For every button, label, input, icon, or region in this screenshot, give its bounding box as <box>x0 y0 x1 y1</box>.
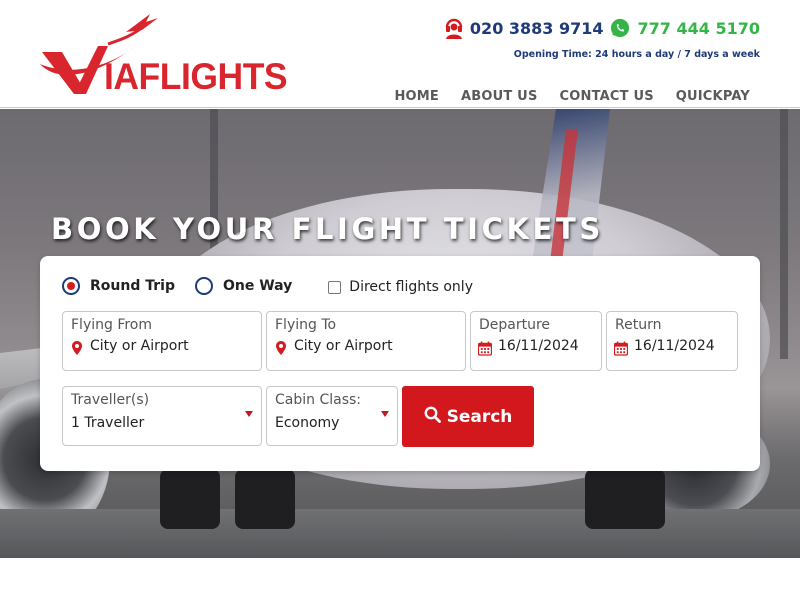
runway <box>0 509 800 558</box>
direct-flights-option[interactable]: Direct flights only <box>312 277 473 295</box>
direct-flights-label: Direct flights only <box>349 279 473 295</box>
search-icon <box>424 406 441 428</box>
departure-date-input[interactable]: 16/11/2024 <box>498 338 579 354</box>
hero-title: BOOK YOUR FLIGHT TICKETS <box>51 212 604 246</box>
departure-date-field[interactable]: Departure 16/11/2024 <box>470 311 602 371</box>
cabin-class-value: Economy <box>275 415 340 431</box>
headset-icon <box>444 17 464 39</box>
flying-from-input[interactable]: City or Airport <box>90 338 189 354</box>
main-nav: HOME ABOUT US CONTACT US QUICKPAY <box>394 89 750 104</box>
travellers-label: Traveller(s) <box>71 392 150 408</box>
nav-about-us[interactable]: ABOUT US <box>461 89 538 104</box>
whatsapp-icon <box>610 17 630 39</box>
return-date-field[interactable]: Return 16/11/2024 <box>606 311 738 371</box>
trip-type-row: Round Trip One Way Direct flights only <box>62 275 473 297</box>
flying-to-input[interactable]: City or Airport <box>294 338 393 354</box>
background-pole <box>780 109 788 359</box>
flying-from-label: Flying From <box>71 317 153 333</box>
calendar-icon <box>614 340 628 356</box>
nav-home[interactable]: HOME <box>394 89 439 104</box>
round-trip-radio[interactable] <box>62 277 80 295</box>
search-button[interactable]: Search <box>402 386 534 447</box>
return-label: Return <box>615 317 662 333</box>
contact-bar: 020 3883 9714 777 444 5170 <box>444 16 760 40</box>
landing-gear <box>585 469 665 529</box>
landing-gear <box>160 469 220 529</box>
travellers-select[interactable]: Traveller(s) 1 Traveller <box>62 386 262 446</box>
travellers-value: 1 Traveller <box>71 415 145 431</box>
whatsapp-number-link[interactable]: 777 444 5170 <box>638 19 760 38</box>
departure-label: Departure <box>479 317 551 333</box>
round-trip-option[interactable]: Round Trip <box>62 277 175 295</box>
one-way-option[interactable]: One Way <box>194 277 293 295</box>
search-button-label: Search <box>446 406 513 427</box>
flying-to-label: Flying To <box>275 317 337 333</box>
flying-to-field[interactable]: Flying To City or Airport <box>266 311 466 371</box>
flight-search-panel: Round Trip One Way Direct flights only F… <box>40 256 760 471</box>
cabin-class-label: Cabin Class: <box>275 392 362 408</box>
phone-number-link[interactable]: 020 3883 9714 <box>470 19 604 38</box>
site-header: IAFLIGHTS 020 3883 9714 777 444 5170 Ope… <box>0 0 800 108</box>
return-date-input[interactable]: 16/11/2024 <box>634 338 715 354</box>
cabin-class-select[interactable]: Cabin Class: Economy <box>266 386 398 446</box>
landing-gear <box>235 469 295 529</box>
direct-flights-checkbox[interactable] <box>328 280 342 294</box>
nav-quickpay[interactable]: QUICKPAY <box>676 89 750 104</box>
opening-hours: Opening Time: 24 hours a day / 7 days a … <box>513 49 760 60</box>
chevron-down-icon <box>381 411 389 417</box>
one-way-radio[interactable] <box>194 277 213 295</box>
round-trip-label: Round Trip <box>90 278 175 294</box>
calendar-icon <box>478 340 492 356</box>
site-logo[interactable]: IAFLIGHTS <box>38 14 294 98</box>
nav-contact-us[interactable]: CONTACT US <box>560 89 654 104</box>
map-pin-icon <box>274 340 288 356</box>
chevron-down-icon <box>245 411 253 417</box>
logo-wordmark: IAFLIGHTS <box>104 56 288 97</box>
flying-from-field[interactable]: Flying From City or Airport <box>62 311 262 371</box>
one-way-label: One Way <box>222 278 293 294</box>
map-pin-icon <box>70 340 84 356</box>
